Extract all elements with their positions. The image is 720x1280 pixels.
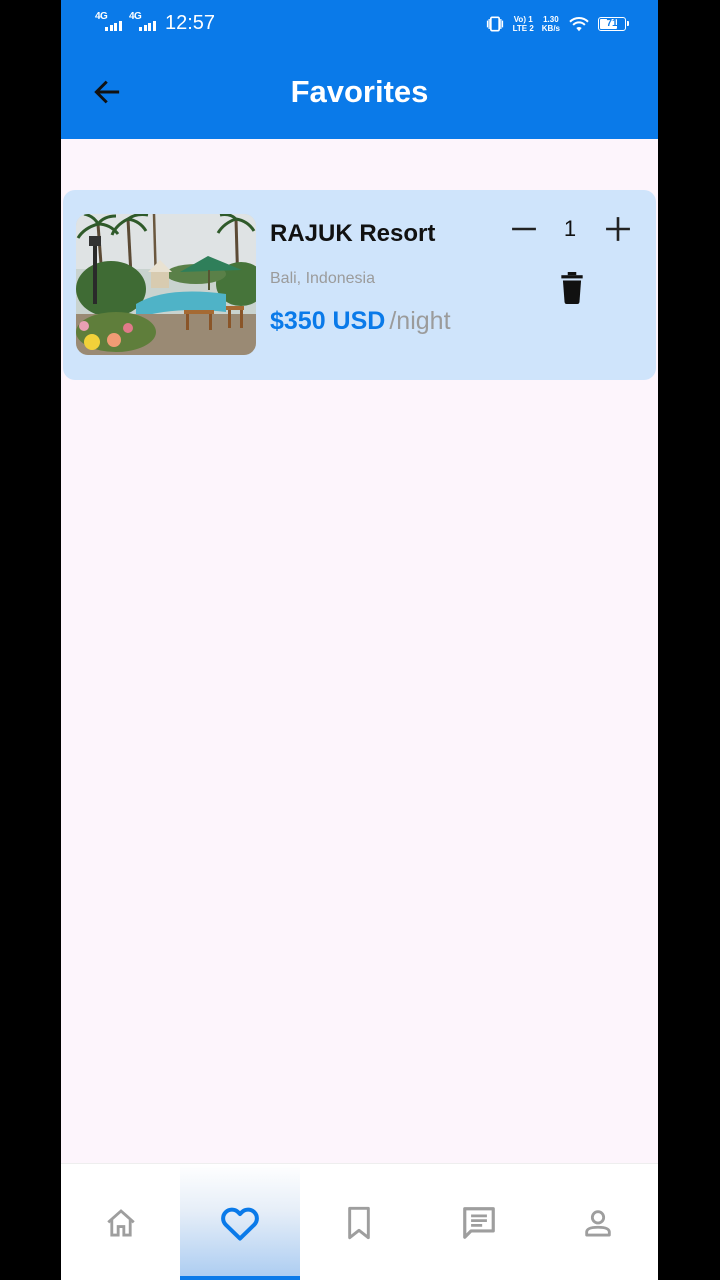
volte-line-2: LTE 2 <box>512 24 534 33</box>
price-row: $350 USD/night <box>270 307 451 336</box>
status-right: Vo) 1 LTE 2 1.30 KB/s 71 <box>485 12 629 36</box>
signal-1: 4G <box>95 11 123 33</box>
status-left: 4G 4G 12:57 <box>95 10 215 36</box>
hotel-image[interactable] <box>76 214 256 355</box>
price: $350 USD <box>270 307 386 335</box>
chat-icon <box>463 1206 495 1239</box>
nav-favorites[interactable] <box>180 1164 301 1280</box>
wifi-icon <box>569 17 589 32</box>
page-title: Favorites <box>290 74 429 109</box>
home-icon <box>106 1208 135 1236</box>
hotel-name: RAJUK Resort <box>270 220 436 247</box>
battery-icon: 71 <box>598 17 629 31</box>
status-bar: 4G 4G 12:57 Vo) 1 LTE 2 1.30 KB/s 71 <box>61 0 658 46</box>
decrease-quantity-button[interactable] <box>507 214 541 244</box>
nav-messages[interactable] <box>419 1164 538 1280</box>
app-bar: Favorites <box>61 46 658 139</box>
trash-icon <box>561 272 583 304</box>
signal-2: 4G <box>129 11 157 33</box>
bookmark-icon <box>348 1206 371 1239</box>
volte-indicator: Vo) 1 LTE 2 <box>513 15 534 33</box>
battery-percent: 71 <box>606 18 618 29</box>
clock: 12:57 <box>165 11 216 34</box>
vibrate-icon <box>486 16 503 32</box>
quantity-value: 1 <box>563 216 577 241</box>
nav-home[interactable] <box>61 1164 180 1280</box>
nav-bookmarks[interactable] <box>300 1164 419 1280</box>
heart-icon <box>221 1207 259 1241</box>
phone-screen: 4G 4G 12:57 Vo) 1 LTE 2 1.30 KB/s 71 Fav… <box>61 0 658 1280</box>
signal-bars-icon <box>139 21 156 31</box>
plus-icon <box>606 217 630 241</box>
person-icon <box>585 1209 611 1236</box>
resort-pool-photo <box>76 214 256 355</box>
network-speed: 1.30 KB/s <box>542 15 560 33</box>
signal-bars-icon <box>105 21 122 31</box>
nav-profile[interactable] <box>539 1164 658 1280</box>
volte-line-1: Vo) 1 <box>513 15 533 24</box>
price-unit: /night <box>389 307 451 335</box>
increase-quantity-button[interactable] <box>601 212 635 246</box>
hotel-location: Bali, Indonesia <box>270 270 375 287</box>
battery-tip <box>627 21 629 26</box>
minus-icon <box>512 227 536 231</box>
speed-unit: KB/s <box>541 24 560 33</box>
favorite-card[interactable]: RAJUK Resort Bali, Indonesia $350 USD/ni… <box>63 190 656 380</box>
bottom-nav <box>61 1163 658 1280</box>
delete-button[interactable] <box>555 270 589 306</box>
speed-value: 1.30 <box>543 15 559 24</box>
